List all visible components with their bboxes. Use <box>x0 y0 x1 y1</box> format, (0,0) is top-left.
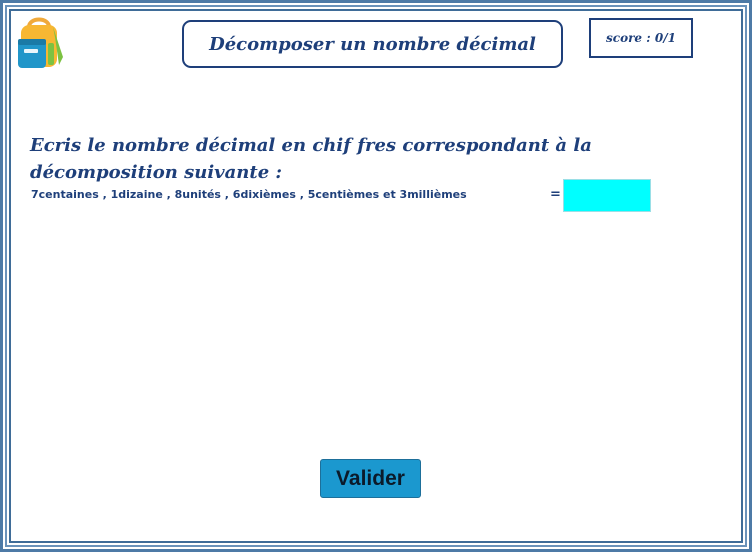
decomposition-text: 7centaines , 1dizaine , 8unités , 6dixiè… <box>31 188 467 201</box>
page-title: Décomposer un nombre décimal <box>182 20 563 68</box>
equals-sign: = <box>550 187 561 202</box>
instruction-text: Ecris le nombre décimal en chif fres cor… <box>30 135 592 183</box>
validate-button[interactable]: Valider <box>320 459 421 498</box>
backpack-icon <box>15 13 69 71</box>
score-badge: score : 0/1 <box>589 18 693 58</box>
answer-input[interactable] <box>563 179 651 212</box>
